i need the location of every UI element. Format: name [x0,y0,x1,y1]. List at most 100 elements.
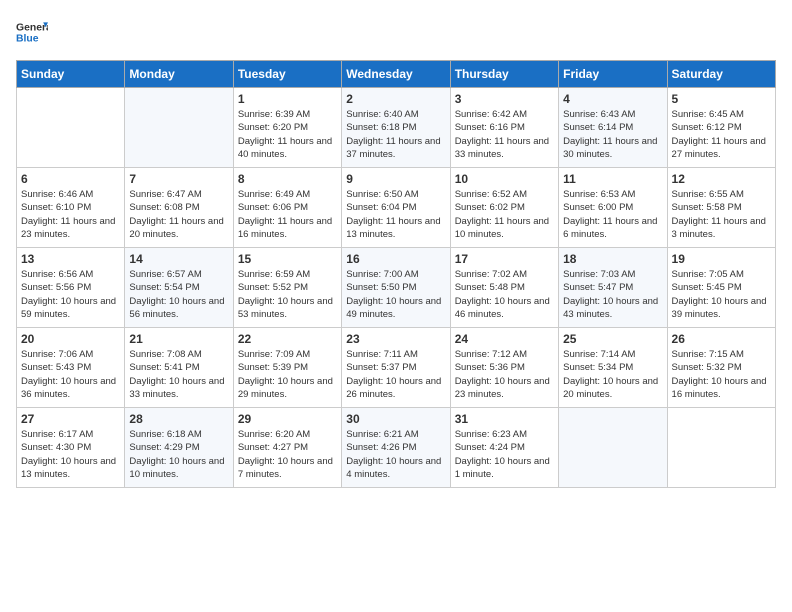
day-number: 6 [21,172,120,186]
calendar-cell [17,88,125,168]
day-number: 28 [129,412,228,426]
logo-icon: General Blue [16,16,48,48]
day-info: Sunrise: 7:15 AM Sunset: 5:32 PM Dayligh… [672,348,771,401]
day-number: 4 [563,92,662,106]
calendar-cell: 8 Sunrise: 6:49 AM Sunset: 6:06 PM Daylig… [233,168,341,248]
day-info: Sunrise: 7:14 AM Sunset: 5:34 PM Dayligh… [563,348,662,401]
day-number: 8 [238,172,337,186]
calendar-cell: 26 Sunrise: 7:15 AM Sunset: 5:32 PM Dayli… [667,328,775,408]
day-number: 23 [346,332,445,346]
calendar-cell: 14 Sunrise: 6:57 AM Sunset: 5:54 PM Dayli… [125,248,233,328]
day-info: Sunrise: 7:05 AM Sunset: 5:45 PM Dayligh… [672,268,771,321]
day-number: 22 [238,332,337,346]
day-info: Sunrise: 6:55 AM Sunset: 5:58 PM Dayligh… [672,188,771,241]
calendar-cell: 4 Sunrise: 6:43 AM Sunset: 6:14 PM Daylig… [559,88,667,168]
day-info: Sunrise: 6:17 AM Sunset: 4:30 PM Dayligh… [21,428,120,481]
calendar-cell: 22 Sunrise: 7:09 AM Sunset: 5:39 PM Dayli… [233,328,341,408]
day-info: Sunrise: 7:08 AM Sunset: 5:41 PM Dayligh… [129,348,228,401]
day-info: Sunrise: 6:57 AM Sunset: 5:54 PM Dayligh… [129,268,228,321]
day-info: Sunrise: 6:59 AM Sunset: 5:52 PM Dayligh… [238,268,337,321]
day-number: 26 [672,332,771,346]
day-info: Sunrise: 7:03 AM Sunset: 5:47 PM Dayligh… [563,268,662,321]
weekday-header-sunday: Sunday [17,61,125,88]
calendar-cell: 19 Sunrise: 7:05 AM Sunset: 5:45 PM Dayli… [667,248,775,328]
day-number: 15 [238,252,337,266]
weekday-header-friday: Friday [559,61,667,88]
calendar-cell: 24Sunrise: 7:12 AM Sunset: 5:36 PM Dayli… [450,328,558,408]
weekday-header-saturday: Saturday [667,61,775,88]
day-info: Sunrise: 6:53 AM Sunset: 6:00 PM Dayligh… [563,188,662,241]
day-info: Sunrise: 7:09 AM Sunset: 5:39 PM Dayligh… [238,348,337,401]
calendar-cell: 12 Sunrise: 6:55 AM Sunset: 5:58 PM Dayli… [667,168,775,248]
day-number: 13 [21,252,120,266]
day-number: 12 [672,172,771,186]
day-info: Sunrise: 7:02 AM Sunset: 5:48 PM Dayligh… [455,268,554,321]
day-info: Sunrise: 7:12 AM Sunset: 5:36 PM Dayligh… [455,348,554,401]
day-info: Sunrise: 6:39 AM Sunset: 6:20 PM Dayligh… [238,108,337,161]
calendar-cell: 18 Sunrise: 7:03 AM Sunset: 5:47 PM Dayli… [559,248,667,328]
day-info: Sunrise: 7:06 AM Sunset: 5:43 PM Dayligh… [21,348,120,401]
calendar-week-4: 27 Sunrise: 6:17 AM Sunset: 4:30 PM Dayli… [17,408,776,488]
calendar-week-1: 6Sunrise: 6:46 AM Sunset: 6:10 PM Daylig… [17,168,776,248]
day-info: Sunrise: 6:23 AM Sunset: 4:24 PM Dayligh… [455,428,554,481]
day-info: Sunrise: 6:50 AM Sunset: 6:04 PM Dayligh… [346,188,445,241]
weekday-header-tuesday: Tuesday [233,61,341,88]
day-number: 1 [238,92,337,106]
svg-text:General: General [16,22,48,33]
calendar-cell: 25 Sunrise: 7:14 AM Sunset: 5:34 PM Dayli… [559,328,667,408]
day-number: 5 [672,92,771,106]
calendar-cell: 28 Sunrise: 6:18 AM Sunset: 4:29 PM Dayli… [125,408,233,488]
weekday-header-thursday: Thursday [450,61,558,88]
calendar-week-2: 13 Sunrise: 6:56 AM Sunset: 5:56 PM Dayli… [17,248,776,328]
calendar-cell: 1 Sunrise: 6:39 AM Sunset: 6:20 PM Daylig… [233,88,341,168]
day-info: Sunrise: 6:40 AM Sunset: 6:18 PM Dayligh… [346,108,445,161]
day-number: 27 [21,412,120,426]
day-number: 17 [455,252,554,266]
calendar-cell: 6Sunrise: 6:46 AM Sunset: 6:10 PM Daylig… [17,168,125,248]
day-number: 14 [129,252,228,266]
day-number: 10 [455,172,554,186]
day-info: Sunrise: 6:52 AM Sunset: 6:02 PM Dayligh… [455,188,554,241]
calendar-cell: 31 Sunrise: 6:23 AM Sunset: 4:24 PM Dayli… [450,408,558,488]
calendar-table: SundayMondayTuesdayWednesdayThursdayFrid… [16,60,776,488]
day-number: 9 [346,172,445,186]
day-number: 20 [21,332,120,346]
day-number: 2 [346,92,445,106]
day-number: 3 [455,92,554,106]
calendar-cell [667,408,775,488]
day-info: Sunrise: 6:43 AM Sunset: 6:14 PM Dayligh… [563,108,662,161]
calendar-cell: 3Sunrise: 6:42 AM Sunset: 6:16 PM Daylig… [450,88,558,168]
calendar-cell: 9 Sunrise: 6:50 AM Sunset: 6:04 PM Daylig… [342,168,450,248]
page-header: General Blue [16,16,776,48]
day-number: 31 [455,412,554,426]
calendar-cell [125,88,233,168]
calendar-cell: 20 Sunrise: 7:06 AM Sunset: 5:43 PM Dayli… [17,328,125,408]
day-info: Sunrise: 6:49 AM Sunset: 6:06 PM Dayligh… [238,188,337,241]
day-number: 18 [563,252,662,266]
calendar-cell: 29Sunrise: 6:20 AM Sunset: 4:27 PM Dayli… [233,408,341,488]
day-number: 19 [672,252,771,266]
day-number: 16 [346,252,445,266]
weekday-header-wednesday: Wednesday [342,61,450,88]
day-number: 29 [238,412,337,426]
calendar-cell: 16Sunrise: 7:00 AM Sunset: 5:50 PM Dayli… [342,248,450,328]
day-info: Sunrise: 7:11 AM Sunset: 5:37 PM Dayligh… [346,348,445,401]
weekday-header-monday: Monday [125,61,233,88]
calendar-week-0: 1 Sunrise: 6:39 AM Sunset: 6:20 PM Daylig… [17,88,776,168]
calendar-cell: 11 Sunrise: 6:53 AM Sunset: 6:00 PM Dayli… [559,168,667,248]
day-number: 25 [563,332,662,346]
day-number: 21 [129,332,228,346]
calendar-cell: 13 Sunrise: 6:56 AM Sunset: 5:56 PM Dayli… [17,248,125,328]
day-info: Sunrise: 6:18 AM Sunset: 4:29 PM Dayligh… [129,428,228,481]
logo: General Blue [16,16,48,48]
calendar-week-3: 20 Sunrise: 7:06 AM Sunset: 5:43 PM Dayli… [17,328,776,408]
day-info: Sunrise: 6:56 AM Sunset: 5:56 PM Dayligh… [21,268,120,321]
calendar-cell: 2 Sunrise: 6:40 AM Sunset: 6:18 PM Daylig… [342,88,450,168]
calendar-cell: 27 Sunrise: 6:17 AM Sunset: 4:30 PM Dayli… [17,408,125,488]
calendar-cell: 23 Sunrise: 7:11 AM Sunset: 5:37 PM Dayli… [342,328,450,408]
calendar-cell: 17 Sunrise: 7:02 AM Sunset: 5:48 PM Dayli… [450,248,558,328]
calendar-cell: 7Sunrise: 6:47 AM Sunset: 6:08 PM Daylig… [125,168,233,248]
day-number: 11 [563,172,662,186]
calendar-cell: 10 Sunrise: 6:52 AM Sunset: 6:02 PM Dayli… [450,168,558,248]
day-info: Sunrise: 6:47 AM Sunset: 6:08 PM Dayligh… [129,188,228,241]
